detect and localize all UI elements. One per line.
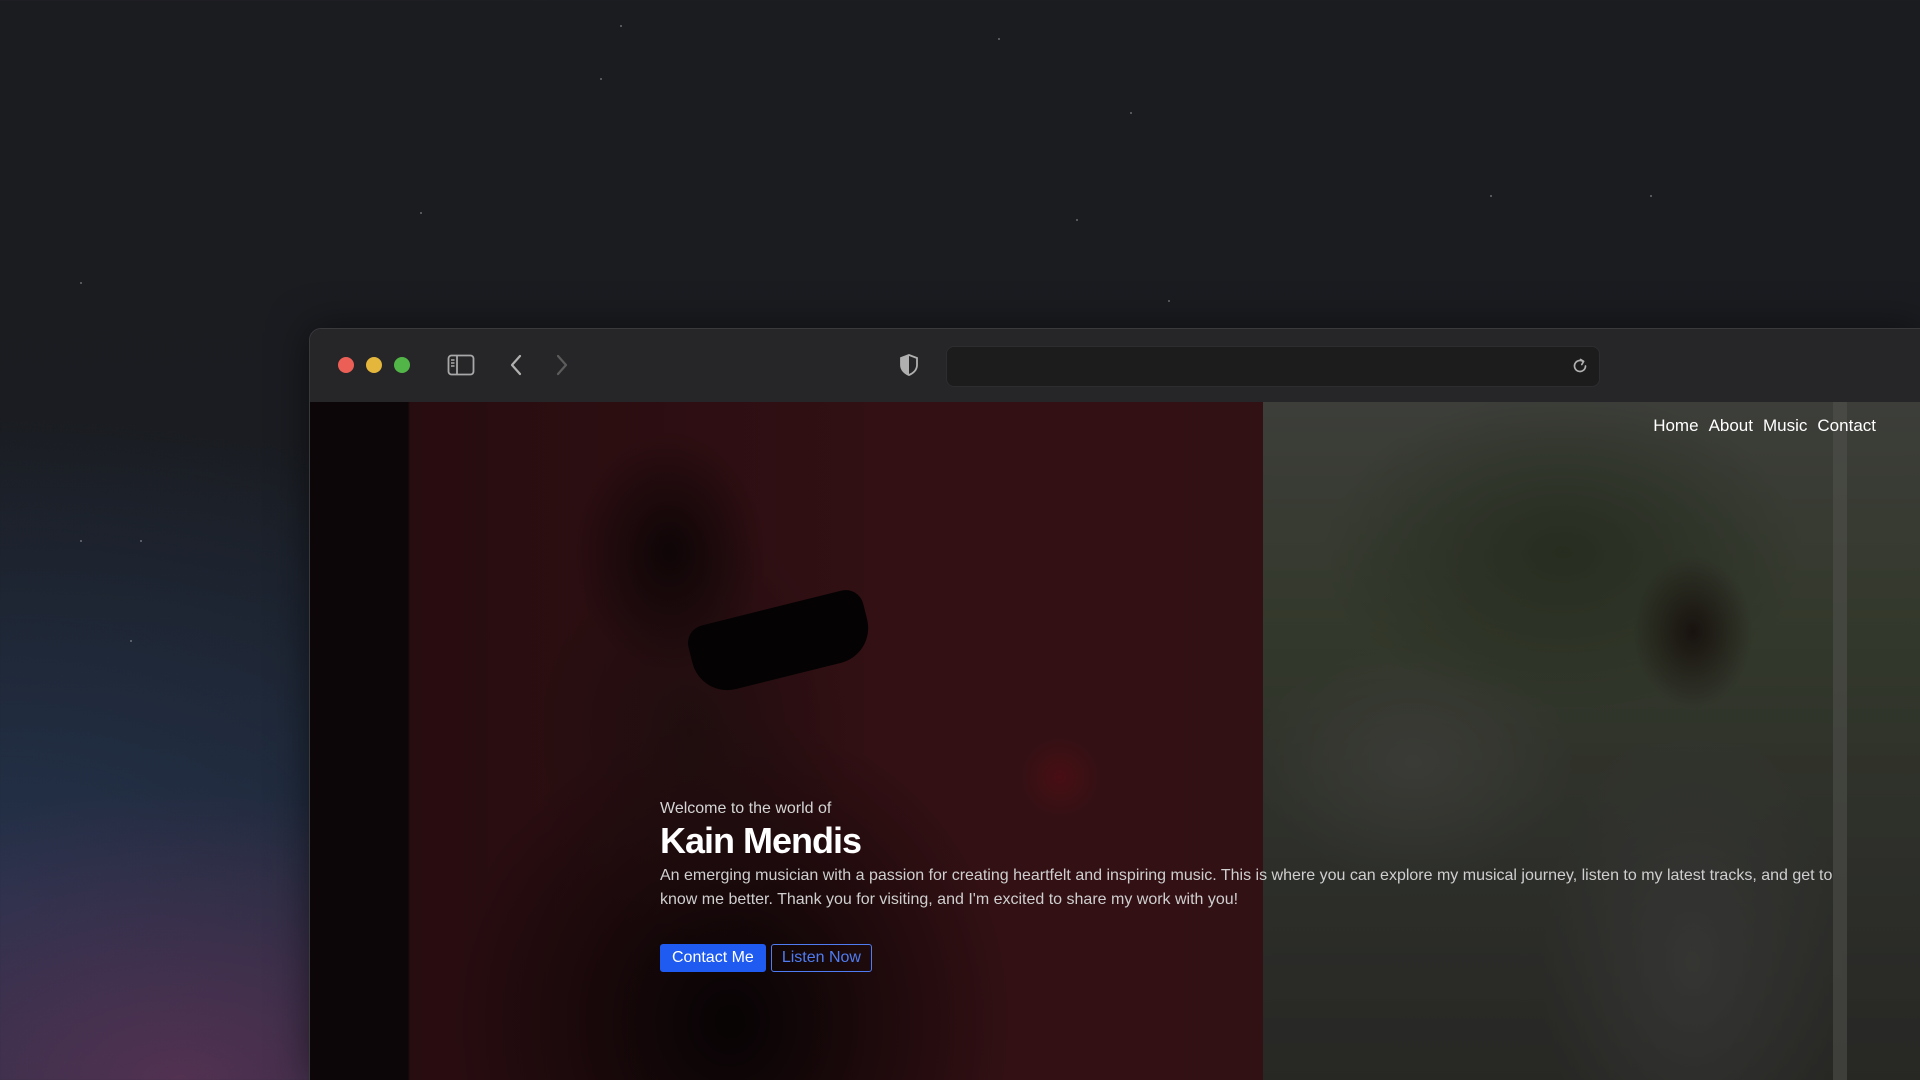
hero-actions: Contact Me Listen Now <box>660 943 1860 972</box>
minimize-window-button[interactable] <box>366 357 382 373</box>
star <box>1490 195 1492 197</box>
close-window-button[interactable] <box>338 357 354 373</box>
hero-eyebrow: Welcome to the world of <box>660 800 832 817</box>
hero-section: Welcome to the world of Kain Mendis An e… <box>660 800 1860 972</box>
hero-overlay <box>310 402 1920 1080</box>
star <box>130 640 132 642</box>
star <box>1650 195 1652 197</box>
hero-title: Kain Mendis <box>660 820 862 861</box>
contact-me-button[interactable]: Contact Me <box>660 943 766 972</box>
sidebar-icon[interactable] <box>447 351 475 379</box>
site-nav: Home About Music Contact <box>1653 416 1876 436</box>
browser-toolbar <box>310 329 1920 403</box>
star <box>1168 300 1170 302</box>
web-page: Home About Music Contact Welcome to the … <box>310 402 1920 1080</box>
star <box>80 540 82 542</box>
star <box>80 282 82 284</box>
chevron-left-icon[interactable] <box>502 351 530 379</box>
star <box>420 212 422 214</box>
star <box>140 540 142 542</box>
shield-icon[interactable] <box>895 351 923 379</box>
star <box>620 25 622 27</box>
nav-contact[interactable]: Contact <box>1817 416 1876 436</box>
star <box>1130 112 1132 114</box>
nav-music[interactable]: Music <box>1763 416 1807 436</box>
maximize-window-button[interactable] <box>394 357 410 373</box>
browser-window: Home About Music Contact Welcome to the … <box>309 328 1920 1080</box>
nav-home[interactable]: Home <box>1653 416 1698 436</box>
address-bar[interactable] <box>946 346 1600 387</box>
star <box>1076 219 1078 221</box>
hero-description: An emerging musician with a passion for … <box>660 866 1833 908</box>
star <box>600 78 602 80</box>
reload-icon[interactable] <box>1569 355 1591 377</box>
nav-about[interactable]: About <box>1709 416 1753 436</box>
listen-now-button[interactable]: Listen Now <box>770 943 872 972</box>
chevron-right-icon[interactable] <box>548 351 576 379</box>
star <box>998 38 1000 40</box>
